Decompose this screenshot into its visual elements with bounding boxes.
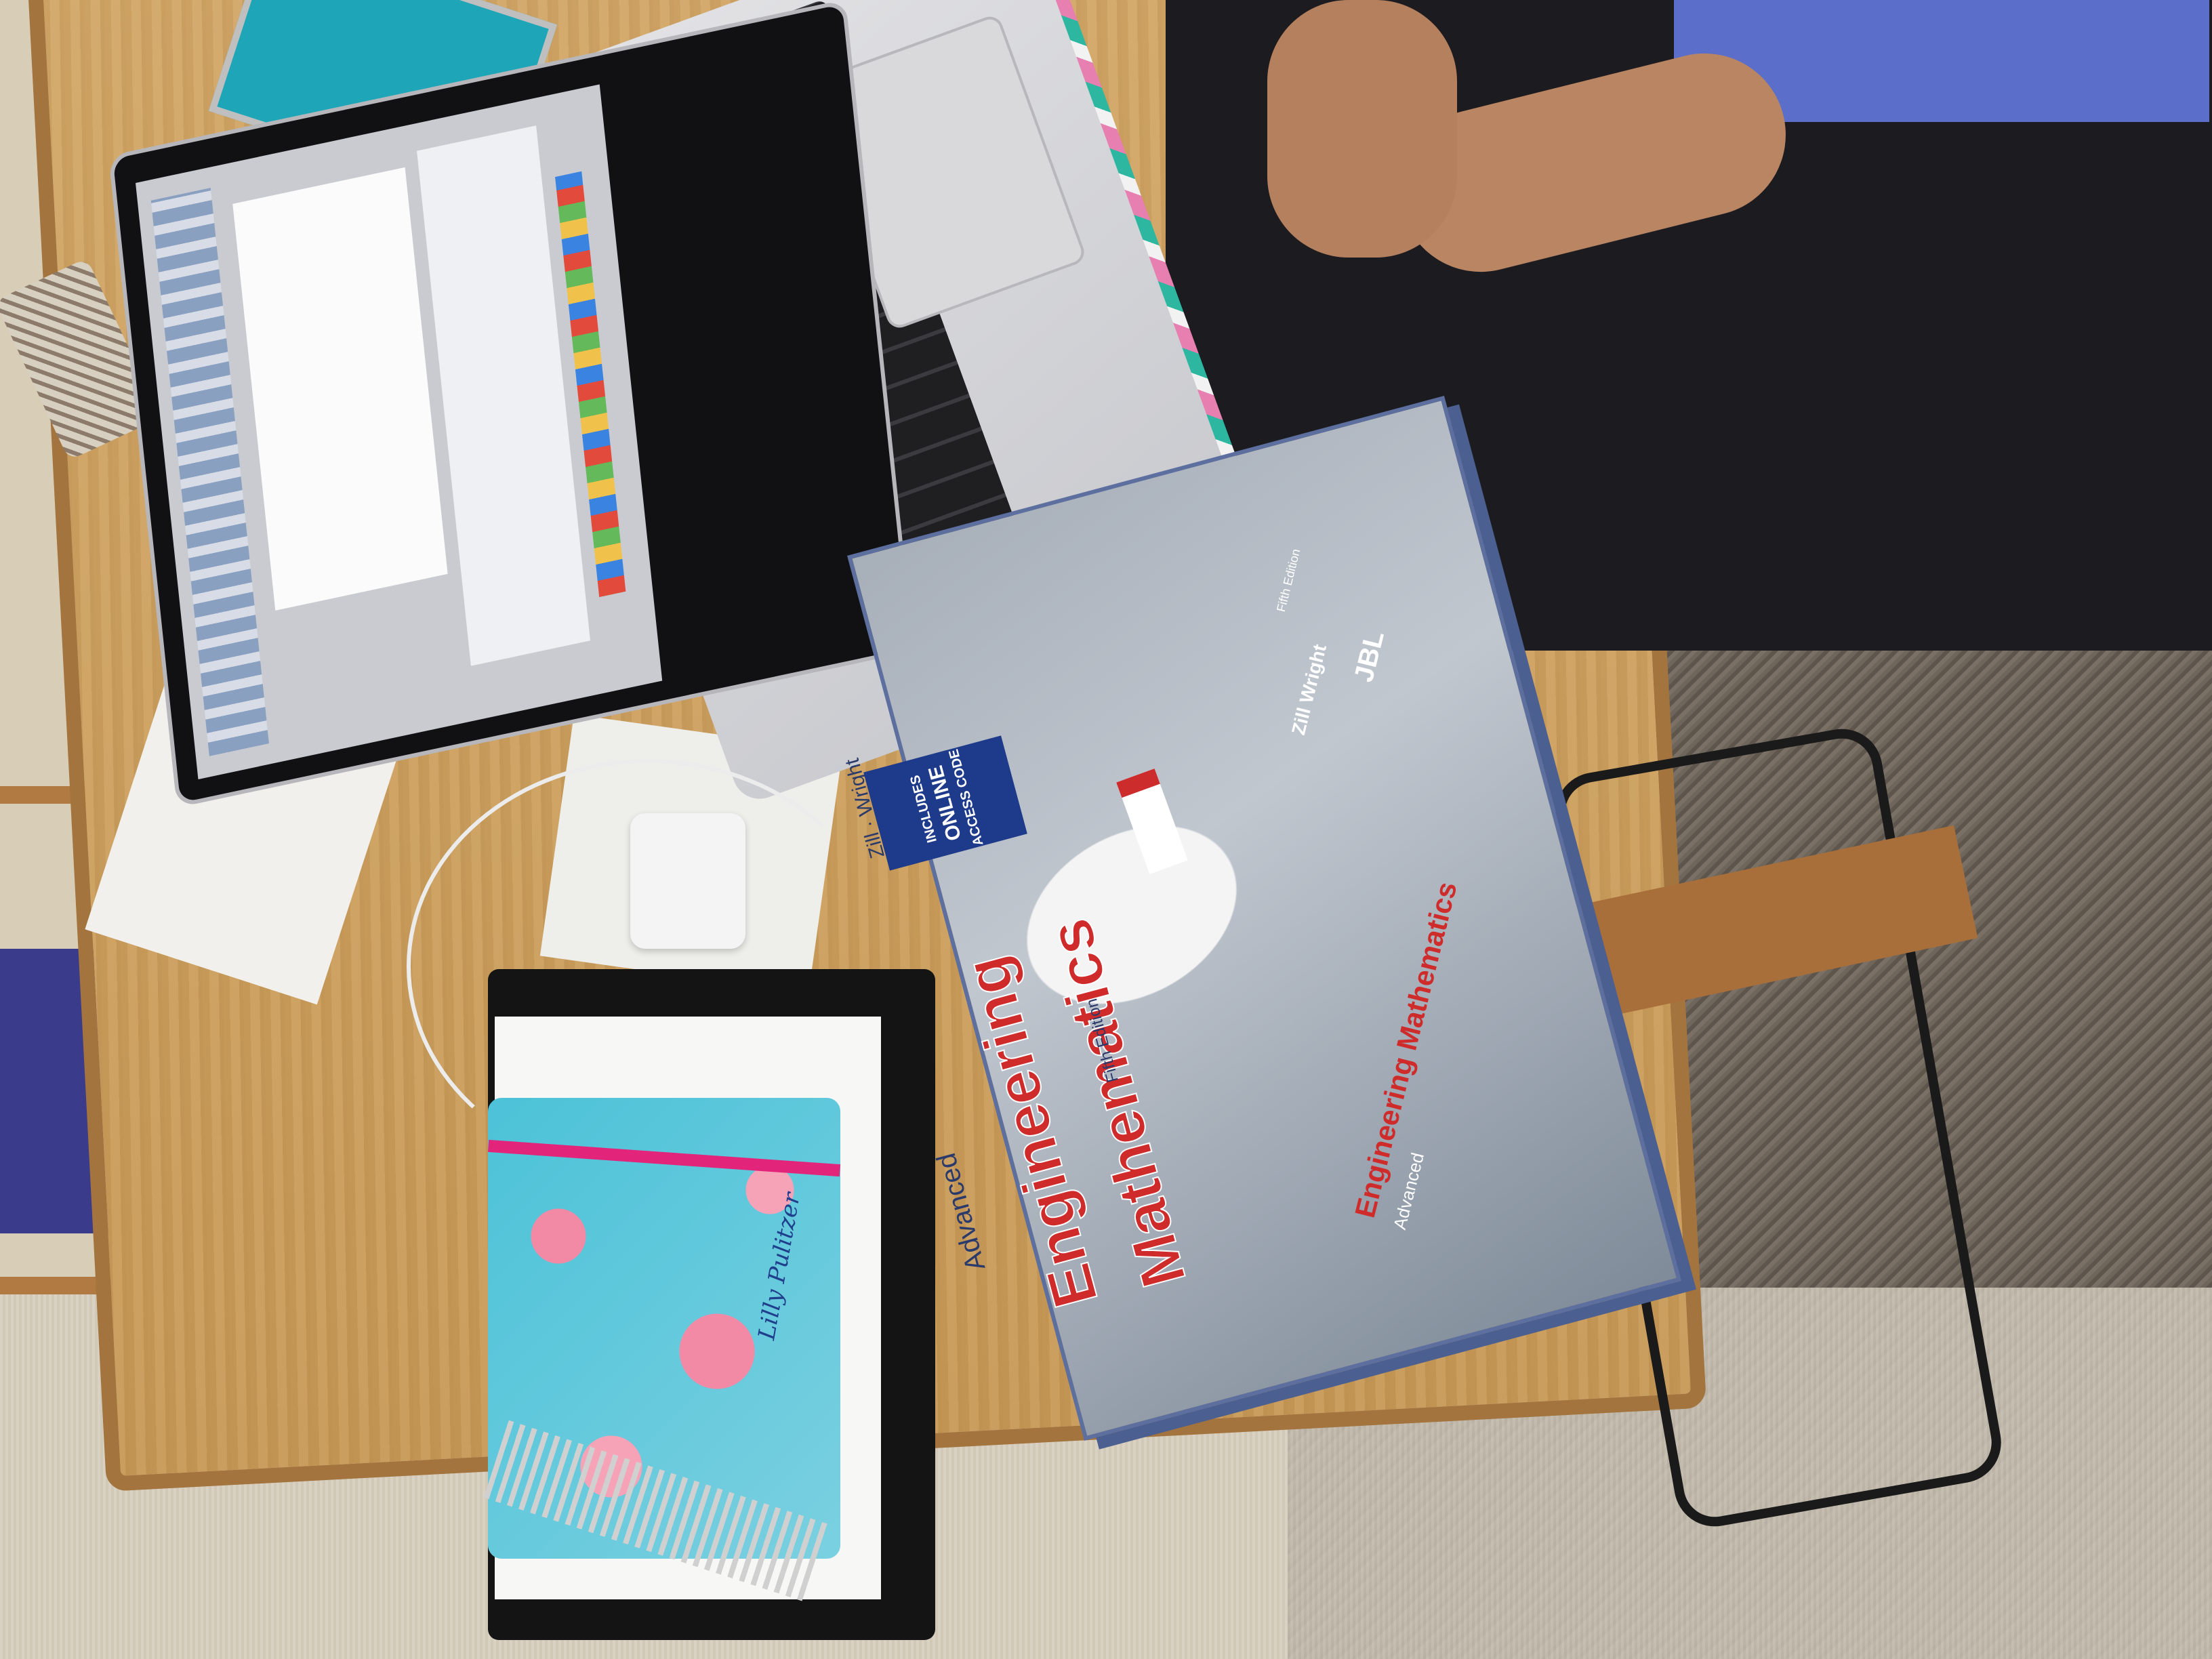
document-page bbox=[232, 167, 448, 611]
power-adapter bbox=[630, 813, 745, 949]
person-hand bbox=[1267, 0, 1457, 258]
laptop-screen bbox=[136, 84, 663, 780]
